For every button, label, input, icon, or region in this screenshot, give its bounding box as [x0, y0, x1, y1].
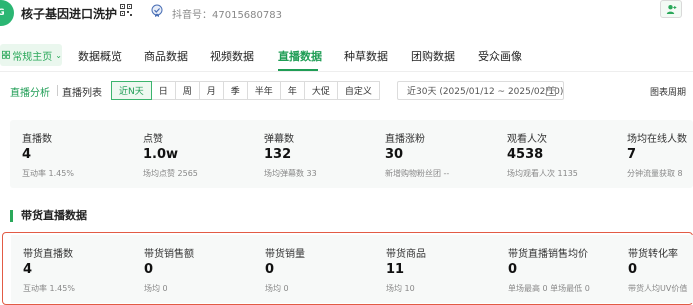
stat-value: 0	[265, 262, 275, 277]
stat-label: 带货销售额	[144, 249, 194, 260]
shop-name: 核子基因进口洗护	[21, 7, 118, 21]
stat-value: 0	[508, 262, 518, 277]
stat-value: 0	[628, 262, 638, 277]
stat-value: 30	[385, 147, 404, 162]
date-range-text: 近30天 (2025/01/12 ~ 2025/02/10)	[407, 87, 564, 97]
stat-sub: 场均弹幕数 33	[264, 169, 317, 178]
qr-code-icon[interactable]	[120, 4, 132, 16]
stat-label: 直播涨粉	[385, 134, 425, 145]
add-user-icon	[666, 4, 676, 14]
tab-group-buy-data[interactable]: 团购数据	[411, 48, 455, 64]
calendar-icon	[546, 86, 556, 96]
period-half-year[interactable]: 半年	[247, 81, 281, 100]
period-selector: 近N天 日 周 月 季 半年 年 大促 自定义	[111, 81, 380, 100]
stat-sub: 互动率 1.45%	[23, 284, 75, 293]
filter-bar: 直播分析 直播列表 近N天 日 周 月 季 半年 年 大促 自定义 近30天 (…	[0, 76, 693, 104]
period-day[interactable]: 日	[151, 81, 176, 100]
douyin-id: 抖音号：47015680783	[172, 10, 282, 21]
date-range-picker[interactable]: 近30天 (2025/01/12 ~ 2025/02/10)	[397, 81, 564, 100]
sales-live-stats: 带货直播数 4 互动率 1.45% 带货销售额 0 场均 0 带货销量 0 场均…	[11, 235, 693, 303]
homepage-type-label: 常规主页	[12, 51, 53, 63]
period-quarter[interactable]: 季	[223, 81, 248, 100]
stat-label: 场均在线人数	[627, 134, 687, 145]
shop-logo: G	[0, 0, 14, 26]
stat-label: 带货商品	[386, 249, 426, 260]
chart-period-link[interactable]: 图表周期	[650, 85, 686, 98]
stat-sub: 场均 0	[265, 284, 289, 293]
period-week[interactable]: 周	[175, 81, 200, 100]
live-analysis-tab[interactable]: 直播分析	[10, 84, 50, 99]
tab-seeding-data[interactable]: 种草数据	[344, 48, 388, 64]
section-title: 带货直播数据	[10, 210, 87, 222]
tab-audience-profile[interactable]: 受众画像	[478, 48, 522, 64]
stat-sub: 场均 10	[386, 284, 415, 293]
divider	[57, 85, 58, 96]
period-promotion[interactable]: 大促	[304, 81, 338, 100]
tab-data-overview[interactable]: 数据概览	[78, 48, 122, 64]
stat-sub: 带货人均UV价值	[628, 284, 688, 293]
period-year[interactable]: 年	[280, 81, 305, 100]
stat-label: 弹幕数	[264, 134, 294, 145]
stat-sub: 单场最高 0 单场最低 0	[508, 284, 590, 293]
stat-sub: 分钟流量获取 8	[627, 169, 683, 178]
homepage-type-select[interactable]: 常规主页 ⌄	[0, 44, 62, 66]
stat-value: 4	[23, 262, 33, 277]
period-month[interactable]: 月	[199, 81, 224, 100]
stat-label: 观看人次	[507, 134, 547, 145]
app-header: G 核子基因进口洗护 抖音号：47015680783	[0, 0, 693, 28]
stat-value: 132	[264, 147, 292, 162]
period-last-n-days[interactable]: 近N天	[111, 81, 152, 100]
stat-value: 4	[22, 147, 32, 162]
stat-label: 点赞	[143, 134, 163, 145]
main-nav: 常规主页 ⌄ 数据概览 商品数据 视频数据 直播数据 种草数据 团购数据 受众画…	[0, 36, 693, 72]
stat-value: 11	[386, 262, 405, 277]
active-tab-indicator	[278, 69, 318, 71]
grid-icon	[2, 50, 10, 59]
stat-label: 带货直播销售均价	[508, 249, 588, 260]
stat-value: 0	[144, 262, 154, 277]
live-list-tab[interactable]: 直播列表	[62, 84, 102, 99]
stat-value: 7	[627, 147, 637, 162]
stat-sub: 场均观看人次 1135	[507, 169, 578, 178]
add-user-button[interactable]	[660, 0, 682, 18]
shop-logo-text: G	[0, 8, 5, 18]
sales-live-stats-highlight: 带货直播数 4 互动率 1.45% 带货销售额 0 场均 0 带货销量 0 场均…	[2, 232, 693, 305]
chevron-down-icon: ⌄	[55, 50, 62, 60]
stat-sub: 场均点赞 2565	[143, 169, 198, 178]
period-custom[interactable]: 自定义	[337, 81, 380, 100]
stat-sub: 新增购物粉丝团 --	[385, 169, 450, 178]
stat-sub: 场均 0	[144, 284, 168, 293]
tab-live-data[interactable]: 直播数据	[278, 48, 322, 64]
stat-label: 直播数	[22, 134, 52, 145]
stat-sub: 互动率 1.45%	[22, 169, 74, 178]
stat-value: 4538	[507, 147, 544, 162]
tab-video-data[interactable]: 视频数据	[210, 48, 254, 64]
verified-badge-icon	[151, 4, 163, 17]
stat-label: 带货转化率	[628, 249, 678, 260]
stat-value: 1.0w	[143, 147, 179, 162]
stat-label: 带货直播数	[23, 249, 73, 260]
tab-product-data[interactable]: 商品数据	[144, 48, 188, 64]
stat-label: 带货销量	[265, 249, 305, 260]
live-overview-stats: 直播数 4 互动率 1.45% 点赞 1.0w 场均点赞 2565 弹幕数 13…	[10, 120, 693, 188]
